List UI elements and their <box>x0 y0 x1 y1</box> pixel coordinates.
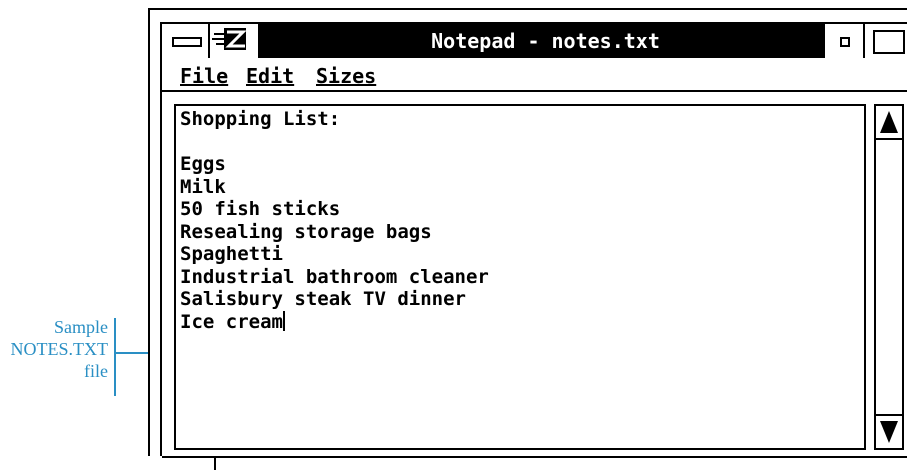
text-line <box>180 131 860 154</box>
scroll-up-button[interactable] <box>876 106 902 140</box>
menu-bar: File Edit Sizes <box>162 60 907 92</box>
notepad-window-frame: Notepad - notes.txt File Edit Sizes Shop… <box>148 8 907 470</box>
callout-bracket <box>114 318 116 396</box>
minimize-icon <box>840 37 850 47</box>
window-title: Notepad - notes.txt <box>431 29 660 53</box>
text-line: Resealing storage bags <box>180 220 432 243</box>
text-line: Spaghetti <box>180 243 283 265</box>
text-line: Milk <box>180 175 226 198</box>
text-line: Industrial bathroom cleaner <box>180 265 489 288</box>
status-divider <box>214 458 216 470</box>
notepad-window: Notepad - notes.txt File Edit Sizes Shop… <box>160 22 907 470</box>
maximize-button[interactable] <box>863 24 907 58</box>
menu-file[interactable]: File <box>180 64 228 88</box>
scroll-track[interactable] <box>876 140 902 414</box>
text-line: Eggs <box>180 153 226 175</box>
maximize-icon <box>873 30 905 54</box>
menu-edit[interactable]: Edit <box>246 64 294 88</box>
system-menu-icon <box>172 37 202 47</box>
text-line: Shopping List: <box>180 108 341 130</box>
system-menu-button[interactable] <box>162 24 210 58</box>
notepad-app-icon <box>210 24 260 58</box>
window-bottom-border <box>162 456 907 458</box>
text-line: 50 fish sticks <box>180 198 341 220</box>
menu-sizes[interactable]: Sizes <box>316 64 376 88</box>
minimize-button[interactable] <box>823 24 863 58</box>
vertical-scrollbar[interactable] <box>874 104 904 450</box>
scroll-down-button[interactable] <box>876 414 902 448</box>
scroll-down-arrow-icon <box>880 421 898 443</box>
text-line-last: Ice cream <box>180 310 860 334</box>
text-line-content: Ice cream <box>180 310 283 333</box>
callout-line-1: Sample <box>54 317 108 337</box>
title-bar[interactable]: Notepad - notes.txt <box>162 24 907 58</box>
text-caret <box>282 310 285 331</box>
text-editor[interactable]: Shopping List: Eggs Milk 50 fish sticks … <box>174 104 866 450</box>
text-line: Salisbury steak TV dinner <box>180 288 466 310</box>
callout-label: Sample NOTES.TXT file <box>0 316 109 382</box>
callout-line-2: NOTES.TXT <box>10 339 109 359</box>
scroll-up-arrow-icon <box>880 111 898 133</box>
callout-line-3: file <box>84 361 108 381</box>
